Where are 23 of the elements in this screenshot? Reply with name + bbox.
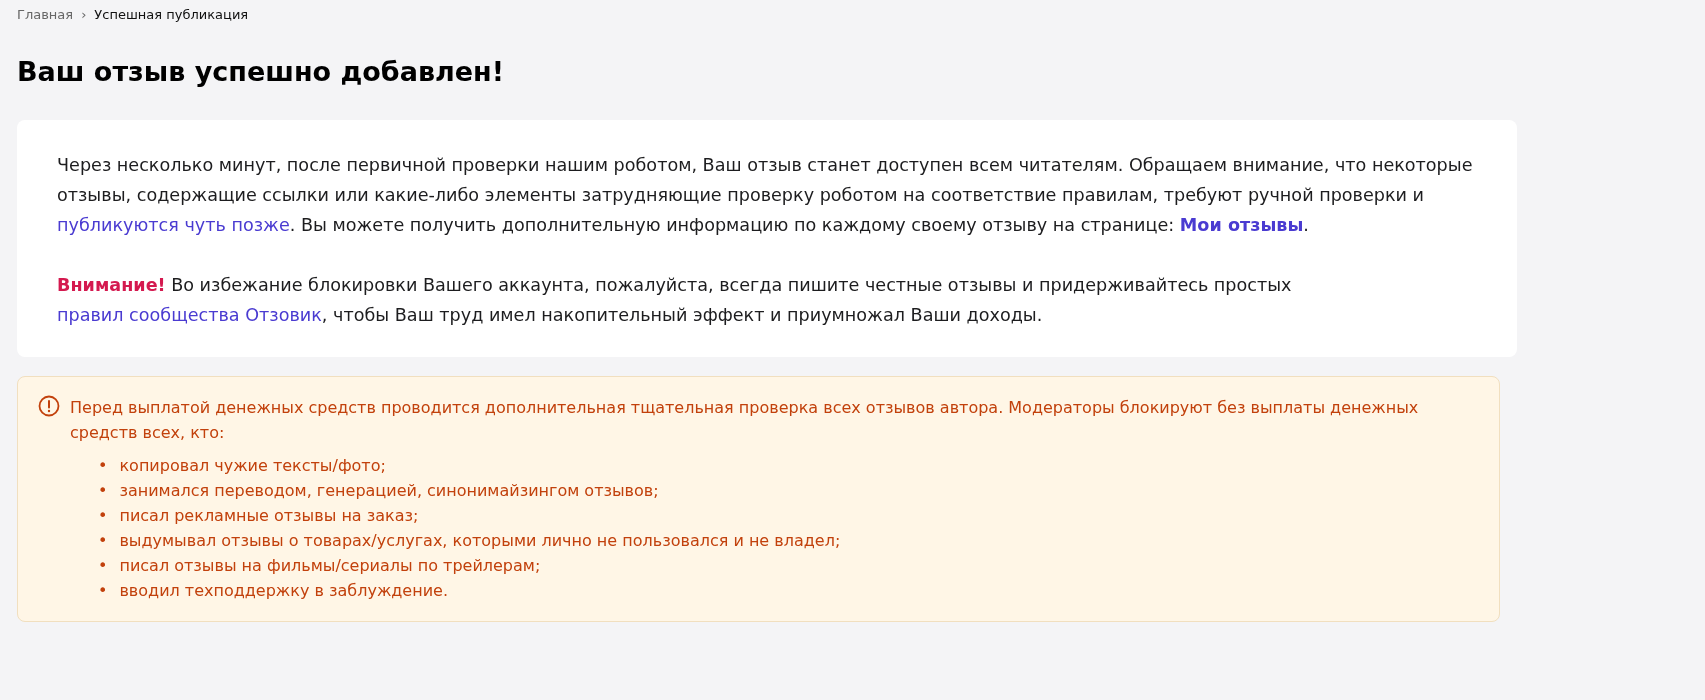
list-item: занимался переводом, генерацией, синонимайзингом отзывов; (119, 480, 659, 502)
bullet: • (98, 505, 108, 527)
paragraph: Внимание! Во избежание блокировки Вашего аккаунта, пожалуйста, всегда пишите честные отзывы и придерживайтесь простых правил сообщества Отзовик, чтобы Ваш труд имел накопительный эффект и приумножал Ваши доходы. (57, 274, 1293, 327)
bullet: • (98, 530, 108, 552)
bullet: • (98, 580, 108, 602)
exclamation-icon (38, 395, 60, 417)
text-link[interactable]: правил сообщества Отзовик (57, 305, 322, 325)
text-link[interactable]: публикуются чуть позже (57, 215, 290, 235)
breadcrumb-link[interactable]: Главная (17, 7, 74, 22)
bullet: • (98, 480, 108, 502)
paragraph: Через несколько минут, после первичной проверки нашим роботом, Ваш отзыв станет доступен всем читателям. Обращаем внимание, что некоторые отзывы, содержащие ссылки или какие-либо элементы затрудняющие проверку роботом на соответствие правилам, требуют ручной проверки и публикуются чуть позже. Вы можете получить дополнительную информацию по каждому своему отзыву на странице: Мои отзывы. (57, 154, 1474, 237)
page-title: Ваш отзыв успешно добавлен! (17, 56, 506, 87)
breadcrumb-separator: › (81, 7, 87, 22)
list-item: писал отзывы на фильмы/сериалы по трейлерам; (119, 555, 541, 577)
text-link[interactable]: Мои отзывы (1179, 215, 1304, 235)
bullet: • (98, 455, 108, 477)
list-item: копировал чужие тексты/фото; (119, 455, 386, 477)
breadcrumb-current: Успешная публикация (94, 7, 249, 22)
notice-text: Перед выплатой денежных средств проводится дополнительная тщательная проверка всех отзывов автора. Модераторы блокируют без выплаты денежных средств всех, кто: (70, 397, 1420, 444)
list-item: вводил техподдержку в заблуждение. (119, 580, 448, 602)
list-item: выдумывал отзывы о товарах/услугах, которыми лично не пользовался и не владел; (119, 530, 841, 552)
bullet: • (98, 555, 108, 577)
list-item: писал рекламные отзывы на заказ; (119, 505, 419, 527)
